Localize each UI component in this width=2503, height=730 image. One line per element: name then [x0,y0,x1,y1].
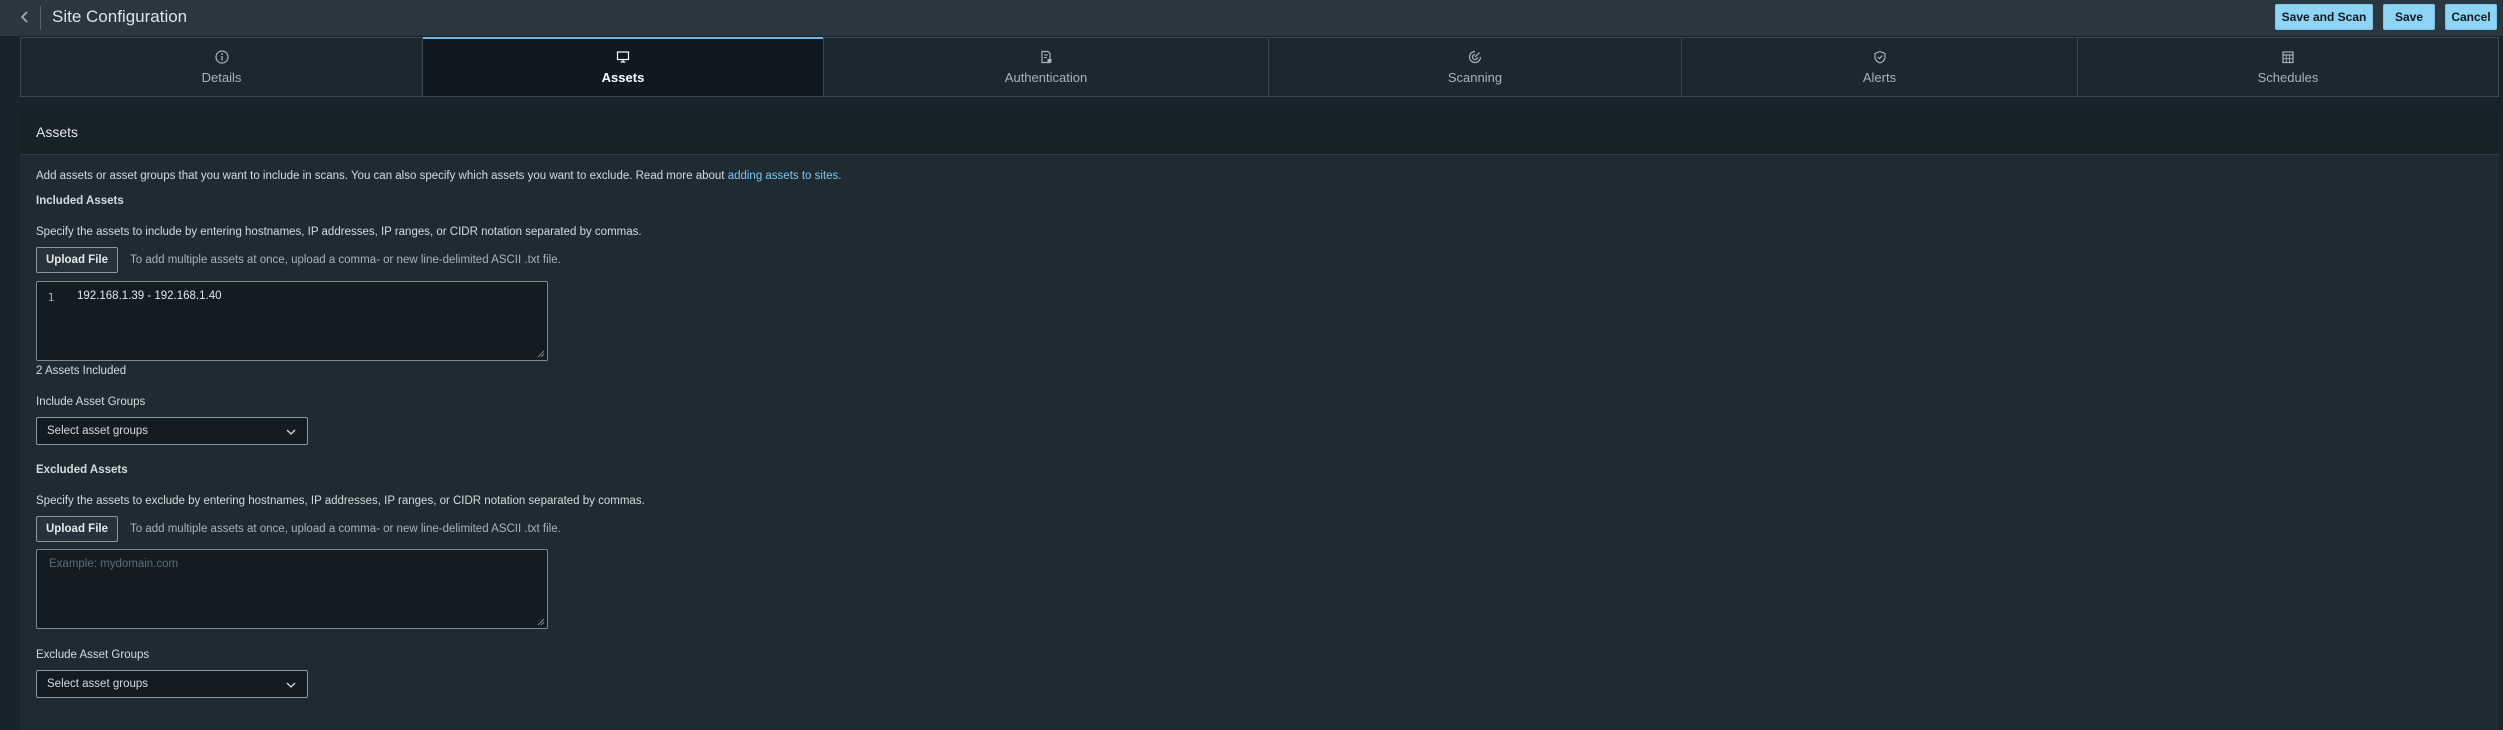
include-upload-hint: To add multiple assets at once, upload a… [130,254,561,266]
tab-details[interactable]: Details [21,38,423,96]
adding-assets-link[interactable]: adding assets to sites. [728,170,842,182]
tab-scanning[interactable]: Scanning [1269,38,1682,96]
include-upload-file-button[interactable]: Upload File [36,247,118,273]
line-number: 1 [47,291,55,304]
back-button[interactable] [14,6,36,28]
page-title: Site Configuration [52,7,188,26]
exclude-asset-groups-select[interactable]: Select asset groups [36,670,308,698]
tab-label: Authentication [1004,70,1088,85]
calendar-icon [2280,49,2296,65]
excluded-assets-input[interactable]: Example: mydomain.com [36,549,548,629]
intro-text: Add assets or asset groups that you want… [36,170,841,182]
save-and-scan-button[interactable]: Save and Scan [2275,4,2373,30]
included-assets-input[interactable]: 1 192.168.1.39 - 192.168.1.40 [36,281,548,361]
excluded-assets-placeholder: Example: mydomain.com [49,558,179,570]
include-asset-groups-select[interactable]: Select asset groups [36,417,308,445]
tab-alerts[interactable]: Alerts [1682,38,2078,96]
include-asset-groups-label: Include Asset Groups [36,396,146,408]
resize-handle-icon[interactable] [537,618,545,626]
chevron-left-icon [20,11,28,23]
cancel-button[interactable]: Cancel [2445,4,2497,30]
tab-schedules[interactable]: Schedules [2078,38,2498,96]
tab-authentication[interactable]: Authentication [824,38,1269,96]
tab-label: Assets [601,70,645,85]
select-value: Select asset groups [47,425,149,437]
exclude-upload-file-button[interactable]: Upload File [36,516,118,542]
exclude-upload-hint: To add multiple assets at once, upload a… [130,523,561,535]
assets-panel: Assets Add assets or asset groups that y… [20,112,2499,730]
chevron-down-icon [286,682,296,688]
included-assets-instructions: Specify the assets to include by enterin… [36,226,642,238]
tab-assets[interactable]: Assets [423,37,824,96]
tab-label: Details [201,70,242,85]
panel-title: Assets [36,124,79,140]
included-assets-heading: Included Assets [36,195,124,207]
save-button[interactable]: Save [2383,4,2435,30]
assets-included-count: 2 Assets Included [36,365,127,377]
panel-header: Assets [20,112,2499,155]
top-bar: Site Configuration Save and Scan Save Ca… [0,0,2503,36]
tab-label: Scanning [1447,70,1503,85]
tab-label: Schedules [2257,70,2319,85]
included-assets-value: 192.168.1.39 - 192.168.1.40 [77,290,222,302]
monitor-icon [615,49,631,65]
intro-text-body: Add assets or asset groups that you want… [36,170,725,182]
title-divider [40,6,41,30]
excluded-assets-heading: Excluded Assets [36,464,128,476]
info-icon [214,49,230,65]
excluded-assets-instructions: Specify the assets to exclude by enterin… [36,495,645,507]
radar-icon [1467,49,1483,65]
shield-check-icon [1872,49,1888,65]
chevron-down-icon [286,429,296,435]
select-value: Select asset groups [47,678,149,690]
resize-handle-icon[interactable] [537,350,545,358]
exclude-asset-groups-label: Exclude Asset Groups [36,649,150,661]
tab-bar: Details Assets Authentication Scanning A… [20,37,2499,97]
document-lock-icon [1038,49,1054,65]
tab-label: Alerts [1862,70,1897,85]
